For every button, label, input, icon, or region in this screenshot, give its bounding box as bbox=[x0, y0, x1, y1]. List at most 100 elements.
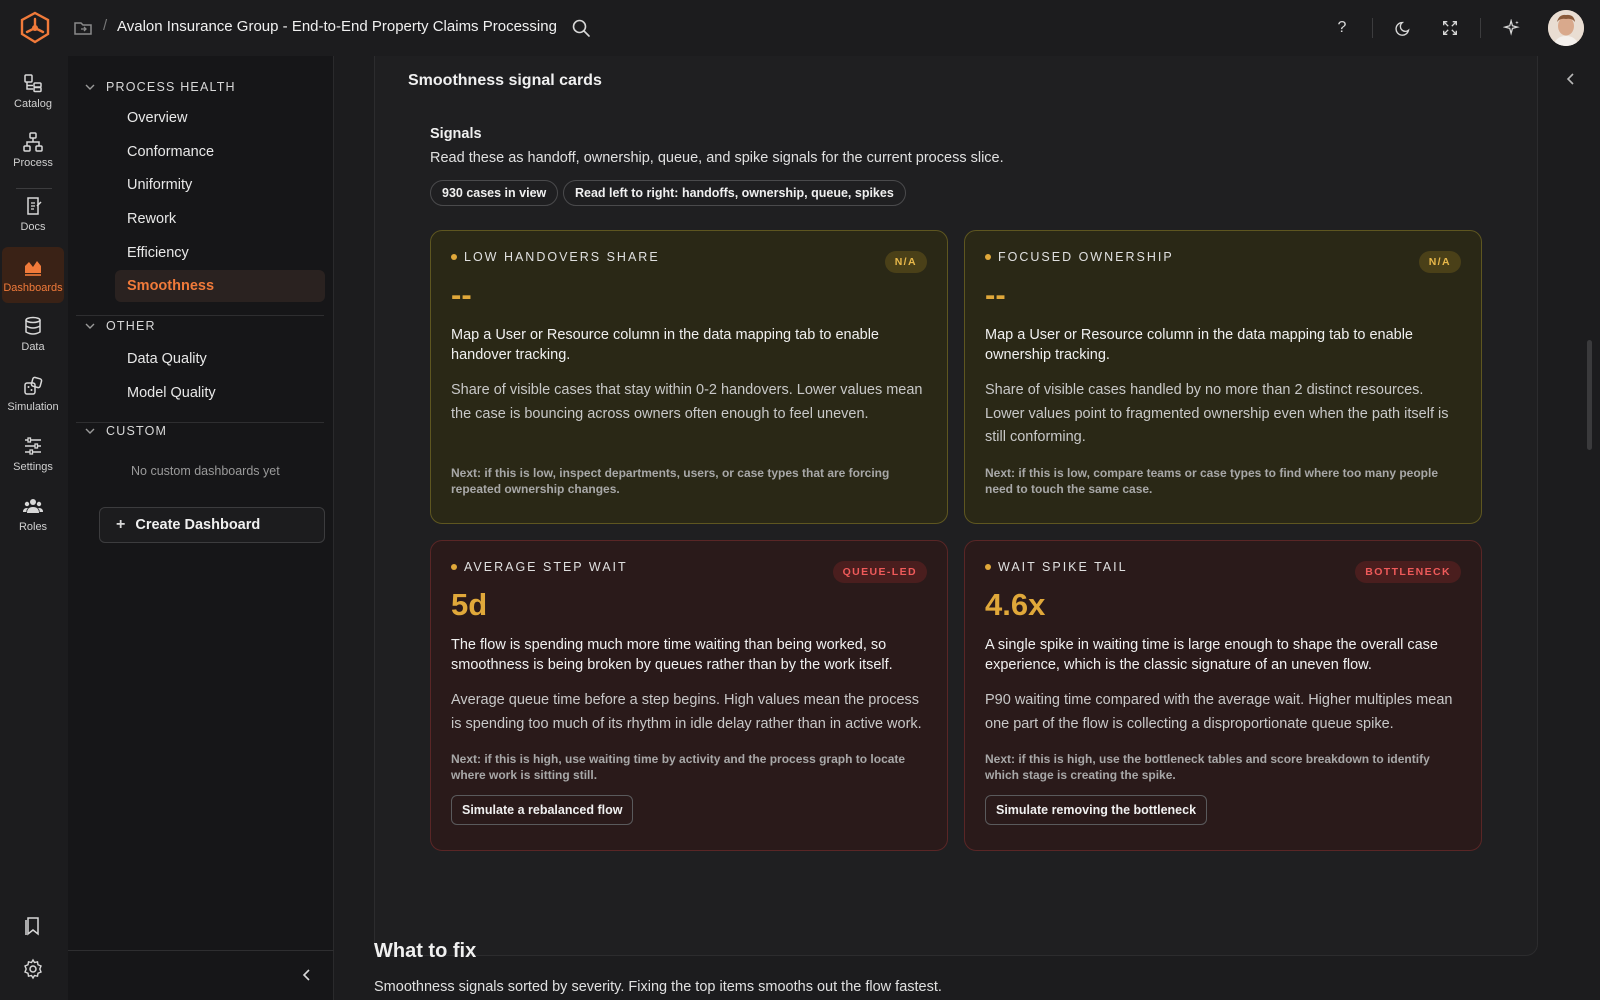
nav-item-overview[interactable]: Overview bbox=[115, 102, 325, 134]
divider bbox=[1372, 18, 1373, 38]
rail-item-data[interactable]: Data bbox=[2, 306, 64, 362]
catalog-icon bbox=[24, 74, 42, 93]
rail-item-docs[interactable]: Docs bbox=[2, 186, 64, 242]
card-value: 4.6x bbox=[985, 587, 1046, 622]
rail-label: Simulation bbox=[7, 401, 59, 413]
help-icon[interactable]: ? bbox=[1330, 16, 1354, 40]
status-badge: QUEUE-LED bbox=[832, 561, 927, 583]
card-next-step: Next: if this is high, use waiting time … bbox=[451, 752, 906, 782]
rail-item-process[interactable]: Process bbox=[2, 122, 64, 178]
card-label-text: AVERAGE STEP WAIT bbox=[464, 560, 628, 574]
top-bar: / Avalon Insurance Group - End-to-End Pr… bbox=[0, 0, 1600, 56]
search-icon[interactable] bbox=[570, 17, 592, 39]
rail-bookmark[interactable] bbox=[2, 906, 64, 946]
chevron-left-icon[interactable] bbox=[298, 966, 316, 984]
what-to-fix-description: Smoothness signals sorted by severity. F… bbox=[374, 979, 942, 995]
section-heading: Smoothness signal cards bbox=[408, 72, 602, 89]
nav-item-model-quality[interactable]: Model Quality bbox=[115, 377, 325, 409]
moon-icon[interactable] bbox=[1392, 16, 1416, 40]
card-next-step: Next: if this is low, inspect department… bbox=[451, 466, 890, 496]
section-title: CUSTOM bbox=[106, 424, 168, 438]
database-icon bbox=[25, 316, 41, 335]
status-dot bbox=[451, 564, 457, 570]
sparkle-icon[interactable] bbox=[1500, 16, 1524, 40]
status-badge: BOTTLENECK bbox=[1355, 561, 1461, 583]
simulate-remove-bottleneck-button[interactable]: Simulate removing the bottleneck bbox=[985, 795, 1208, 825]
process-icon bbox=[23, 132, 43, 152]
scrollbar[interactable] bbox=[1587, 340, 1592, 450]
create-dashboard-label: Create Dashboard bbox=[135, 517, 261, 533]
sliders-icon bbox=[25, 437, 41, 455]
nav-item-conformance[interactable]: Conformance bbox=[115, 136, 325, 168]
card-value: -- bbox=[451, 277, 472, 312]
rail-item-roles[interactable]: Roles bbox=[2, 486, 64, 542]
chevron-down-icon bbox=[85, 323, 95, 329]
simulation-icon bbox=[24, 376, 43, 395]
card-label-text: LOW HANDOVERS SHARE bbox=[464, 250, 660, 264]
card-message: Map a User or Resource column in the dat… bbox=[451, 327, 879, 363]
card-value: -- bbox=[985, 277, 1006, 312]
card-message: A single spike in waiting time is large … bbox=[985, 637, 1438, 673]
section-title: OTHER bbox=[106, 319, 156, 333]
fullscreen-icon[interactable] bbox=[1438, 16, 1462, 40]
rail-label: Docs bbox=[20, 221, 46, 233]
status-badge: N/A bbox=[1418, 251, 1461, 273]
signal-card-wait-spike-tail: WAIT SPIKE TAIL BOTTLENECK 4.6x A single… bbox=[964, 540, 1482, 851]
cases-in-view-chip: 930 cases in view bbox=[430, 180, 559, 206]
section-process-health[interactable]: PROCESS HEALTH bbox=[84, 80, 236, 94]
card-description: Share of visible cases that stay within … bbox=[451, 382, 923, 422]
signals-description: Read these as handoff, ownership, queue,… bbox=[430, 150, 1004, 166]
signal-card-low-handovers: LOW HANDOVERS SHARE N/A -- Map a User or… bbox=[430, 230, 948, 524]
page-title[interactable]: Avalon Insurance Group - End-to-End Prop… bbox=[117, 18, 557, 35]
nav-item-efficiency[interactable]: Efficiency bbox=[115, 237, 325, 269]
rail-item-catalog[interactable]: Catalog bbox=[2, 63, 64, 119]
signal-card-average-step-wait: AVERAGE STEP WAIT QUEUE-LED 5d The flow … bbox=[430, 540, 948, 851]
rail-item-simulation[interactable]: Simulation bbox=[2, 366, 64, 422]
card-description: Average queue time before a step begins.… bbox=[451, 692, 922, 732]
nav-item-data-quality[interactable]: Data Quality bbox=[115, 343, 325, 375]
section-custom[interactable]: CUSTOM bbox=[84, 424, 167, 438]
card-description: Share of visible cases handled by no mor… bbox=[985, 382, 1449, 445]
signal-card-focused-ownership: FOCUSED OWNERSHIP N/A -- Map a User or R… bbox=[964, 230, 1482, 524]
divider bbox=[68, 950, 334, 951]
divider bbox=[1480, 18, 1481, 38]
card-message: Map a User or Resource column in the dat… bbox=[985, 327, 1413, 363]
nav-item-uniformity[interactable]: Uniformity bbox=[115, 169, 325, 201]
card-label: AVERAGE STEP WAIT bbox=[451, 560, 628, 574]
chevron-down-icon bbox=[85, 84, 95, 90]
rail-item-settings[interactable]: Settings bbox=[2, 426, 64, 482]
avatar[interactable] bbox=[1548, 10, 1584, 46]
card-label: FOCUSED OWNERSHIP bbox=[985, 250, 1174, 264]
rail-settings-gear[interactable] bbox=[2, 949, 64, 989]
right-rail bbox=[1570, 56, 1600, 1000]
status-dot bbox=[451, 254, 457, 260]
chevron-left-icon[interactable] bbox=[1562, 70, 1580, 88]
create-dashboard-button[interactable]: + Create Dashboard bbox=[99, 507, 325, 543]
card-description: P90 waiting time compared with the avera… bbox=[985, 692, 1453, 732]
card-label: WAIT SPIKE TAIL bbox=[985, 560, 1128, 574]
status-dot bbox=[985, 564, 991, 570]
nav-item-smoothness[interactable]: Smoothness bbox=[115, 270, 325, 302]
roles-icon bbox=[23, 499, 43, 513]
divider bbox=[76, 422, 324, 423]
rail-label: Settings bbox=[13, 461, 53, 473]
custom-empty-text: No custom dashboards yet bbox=[131, 464, 280, 478]
rail-label: Data bbox=[21, 341, 45, 353]
nav-item-rework[interactable]: Rework bbox=[115, 203, 325, 235]
help-label: ? bbox=[1337, 19, 1347, 36]
reading-order-chip: Read left to right: handoffs, ownership,… bbox=[563, 180, 906, 206]
gear-icon bbox=[24, 958, 42, 980]
dashboard-nav: PROCESS HEALTH Overview Conformance Unif… bbox=[68, 56, 334, 1000]
app-logo-icon[interactable] bbox=[17, 10, 53, 46]
rail-label: Process bbox=[13, 157, 53, 169]
plus-icon: + bbox=[116, 516, 126, 533]
card-label-text: WAIT SPIKE TAIL bbox=[998, 560, 1128, 574]
what-to-fix-heading: What to fix bbox=[374, 940, 477, 962]
rail-item-dashboards[interactable]: Dashboards bbox=[2, 247, 64, 303]
icon-rail: Catalog Process Docs Dashboards Data Sim… bbox=[0, 56, 68, 1000]
section-other[interactable]: OTHER bbox=[84, 319, 156, 333]
signals-heading: Signals bbox=[430, 126, 482, 142]
main-content: Smoothness signal cards Signals Read the… bbox=[334, 56, 1570, 1000]
folder-icon[interactable] bbox=[73, 18, 93, 38]
simulate-rebalanced-flow-button[interactable]: Simulate a rebalanced flow bbox=[451, 795, 634, 825]
